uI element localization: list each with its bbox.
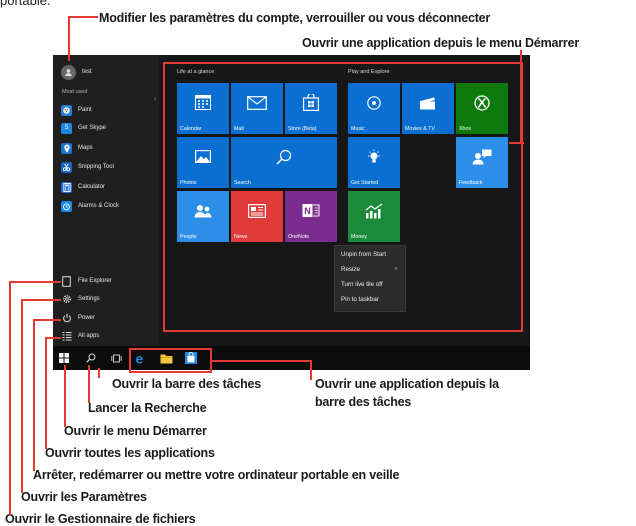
- file-explorer-label: File Explorer: [78, 278, 112, 284]
- power-icon: [61, 313, 72, 324]
- connector-line: [68, 16, 70, 61]
- power-label: Power: [78, 315, 96, 321]
- callout-account: Modifier les paramètres du compte, verro…: [99, 11, 491, 25]
- settings-button[interactable]: Settings: [61, 292, 100, 306]
- connector-line: [522, 142, 524, 144]
- connector-line: [88, 365, 90, 403]
- connector-line: [98, 368, 100, 378]
- snipping-tool-icon: [61, 161, 72, 173]
- most-used-label-snipping-tool: Snipping Tool: [78, 164, 114, 170]
- connector-line: [45, 337, 47, 449]
- taskbar-search-icon[interactable]: [83, 350, 99, 366]
- most-used-item-skype[interactable]: S Get Skype: [61, 121, 106, 135]
- most-used-label: Most used: [62, 89, 88, 95]
- all-apps-button[interactable]: All apps: [61, 329, 99, 343]
- most-used-item-calculator[interactable]: Calculator: [61, 180, 105, 194]
- connector-line: [212, 360, 312, 362]
- paint-icon: [61, 104, 72, 116]
- user-avatar-icon: [61, 64, 76, 80]
- most-used-label-paint: Paint: [78, 107, 92, 113]
- connector-line: [520, 50, 522, 144]
- callout-settings: Ouvrir les Paramètres: [21, 490, 147, 504]
- callout-open-app-taskbar-2: barre des tâches: [315, 395, 412, 409]
- alarm-clock-icon: [61, 200, 72, 212]
- intro-fragment: portable.: [0, 0, 51, 8]
- windows-start-icon[interactable]: [56, 350, 72, 366]
- connector-line: [45, 337, 61, 339]
- gear-icon: [61, 294, 72, 305]
- power-button[interactable]: Power: [61, 311, 95, 325]
- callout-search: Lancer la Recherche: [88, 401, 207, 415]
- file-explorer-button[interactable]: File Explorer: [61, 274, 112, 288]
- highlight-tiles-area: [163, 62, 523, 332]
- connector-line: [33, 319, 61, 321]
- connector-line: [509, 142, 522, 144]
- most-used-item-alarms[interactable]: Alarms & Clock: [61, 199, 119, 213]
- connector-line: [9, 281, 11, 515]
- callout-start: Ouvrir le menu Démarrer: [64, 424, 207, 438]
- task-view-icon[interactable]: [108, 350, 124, 366]
- callout-open-app-start: Ouvrir une application depuis le menu Dé…: [302, 36, 579, 50]
- connector-line: [68, 16, 98, 18]
- most-used-item-maps[interactable]: Maps: [61, 141, 93, 155]
- file-explorer-icon: [61, 275, 72, 287]
- user-account-button[interactable]: test: [61, 64, 92, 80]
- most-used-item-paint[interactable]: Paint: [61, 103, 92, 117]
- callout-taskbar: Ouvrir la barre des tâches: [112, 377, 262, 391]
- connector-line: [310, 360, 312, 380]
- callout-all-apps: Ouvrir toutes les applications: [45, 446, 215, 460]
- callout-power: Arrêter, redémarrer ou mettre votre ordi…: [33, 468, 400, 482]
- connector-line: [21, 299, 23, 493]
- maps-icon: [61, 142, 72, 154]
- most-used-label-maps: Maps: [78, 145, 93, 151]
- connector-line: [21, 299, 61, 301]
- user-name: test: [82, 69, 92, 75]
- highlight-taskbar-apps: [129, 348, 212, 373]
- skype-icon: S: [61, 122, 72, 134]
- most-used-label-calculator: Calculator: [78, 184, 106, 190]
- start-left-pane: test Most used › Paint S Get Skype Maps …: [53, 55, 159, 346]
- chevron-right-icon: ›: [154, 96, 157, 103]
- connector-line: [64, 365, 66, 427]
- callout-file-explorer: Ouvrir le Gestionnaire de fichiers: [5, 512, 196, 526]
- settings-label: Settings: [78, 296, 100, 302]
- most-used-label-alarms: Alarms & Clock: [78, 203, 120, 209]
- callout-open-app-taskbar-1: Ouvrir une application depuis la: [315, 377, 499, 391]
- all-apps-list-icon: [61, 331, 72, 342]
- most-used-label-skype: Get Skype: [78, 125, 107, 131]
- calculator-icon: [61, 181, 72, 193]
- all-apps-label: All apps: [78, 333, 100, 339]
- connector-line: [9, 281, 61, 283]
- connector-line: [33, 319, 35, 471]
- taskbar: e: [53, 346, 530, 370]
- most-used-item-snipping-tool[interactable]: Snipping Tool: [61, 160, 114, 174]
